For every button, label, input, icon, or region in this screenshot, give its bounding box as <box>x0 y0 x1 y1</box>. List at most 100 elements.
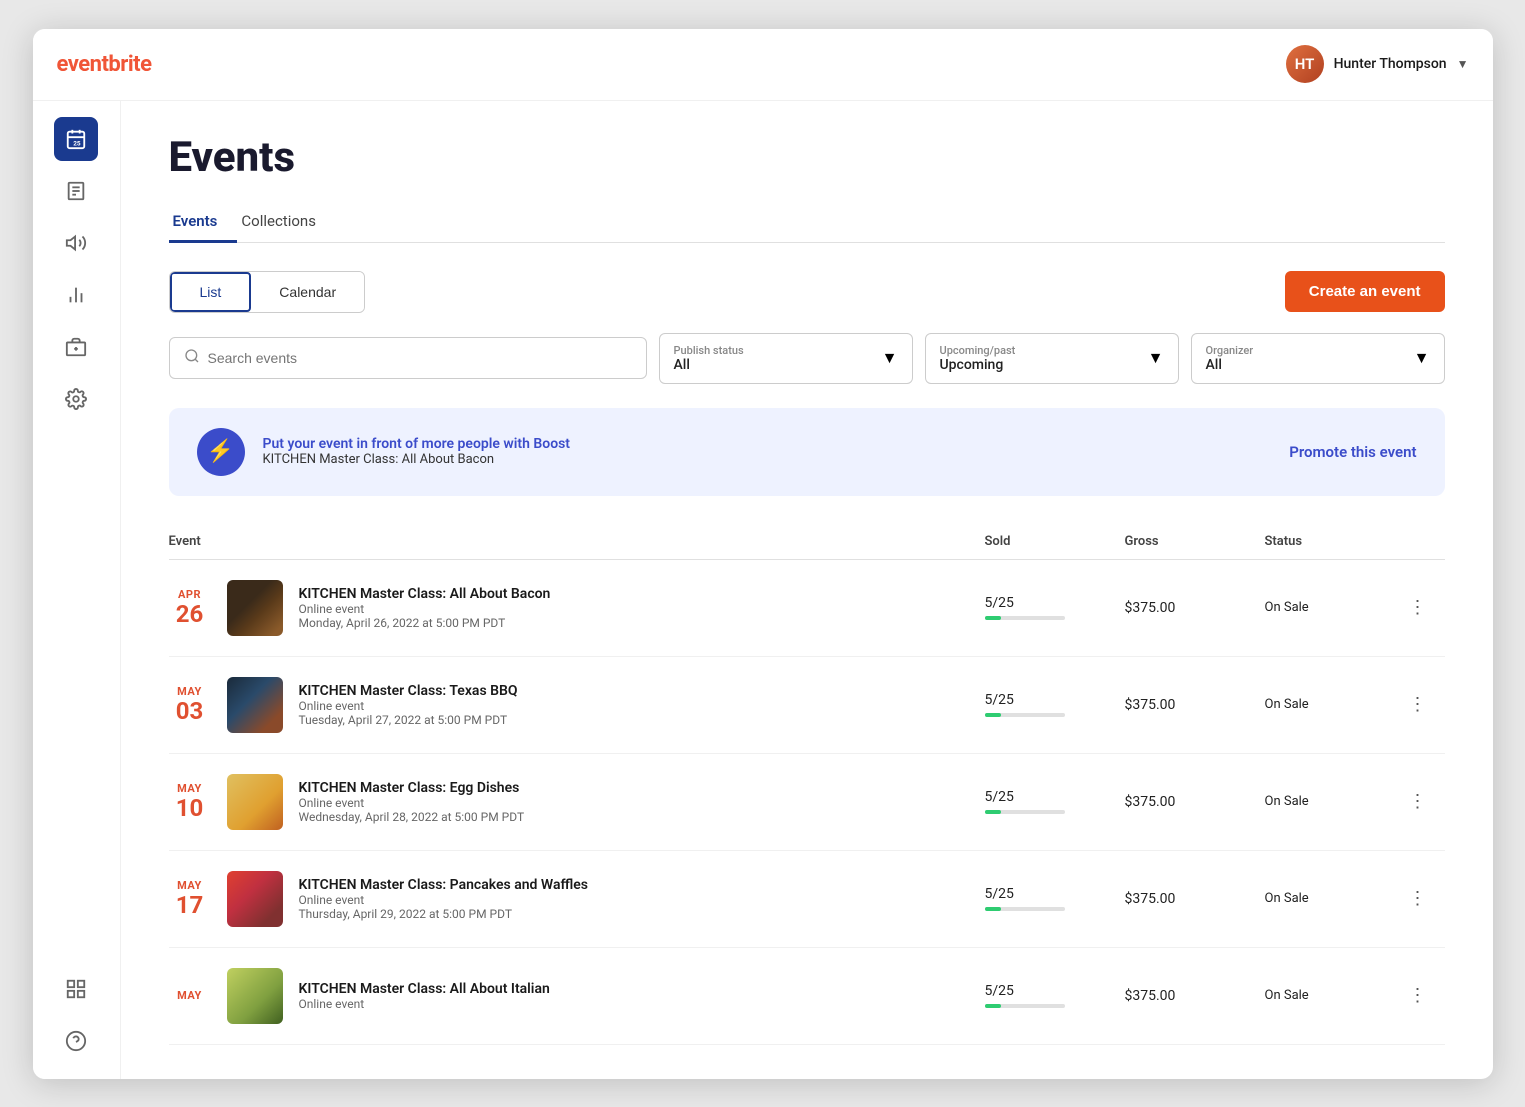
event-cell-status: On Sale <box>1265 600 1405 615</box>
toolbar: List Calendar Create an event <box>169 271 1445 313</box>
calendar-view-button[interactable]: Calendar <box>251 272 364 312</box>
more-options-button[interactable]: ⋮ <box>1405 981 1431 1010</box>
sidebar-item-apps[interactable] <box>54 967 98 1011</box>
chevron-down-icon: ▼ <box>1457 57 1469 71</box>
event-month: MAY <box>169 782 211 795</box>
publish-status-filter[interactable]: Publish status All ▼ <box>659 333 913 384</box>
event-type: Online event <box>299 602 551 616</box>
event-type: Online event <box>299 893 589 907</box>
tab-events[interactable]: Events <box>169 202 238 243</box>
sold-bar-bg <box>985 907 1065 911</box>
boost-banner: ⚡ Put your event in front of more people… <box>169 408 1445 496</box>
sidebar-bottom <box>54 967 98 1063</box>
sold-text: 5/25 <box>985 595 1125 611</box>
event-cell-gross: $375.00 <box>1125 697 1265 713</box>
table-row: MAY KITCHEN Master Class: All About Ital… <box>169 948 1445 1045</box>
filters-row: Publish status All ▼ Upcoming/past Upcom… <box>169 333 1445 384</box>
event-cell-actions: ⋮ <box>1405 787 1445 816</box>
event-name[interactable]: KITCHEN Master Class: All About Bacon <box>299 586 551 602</box>
event-thumbnail <box>227 871 283 927</box>
upcoming-filter[interactable]: Upcoming/past Upcoming ▼ <box>925 333 1179 384</box>
event-type: Online event <box>299 997 550 1011</box>
more-options-button[interactable]: ⋮ <box>1405 593 1431 622</box>
event-date: APR 26 <box>169 588 211 627</box>
event-cell-gross: $375.00 <box>1125 988 1265 1004</box>
sidebar-item-help[interactable] <box>54 1019 98 1063</box>
tab-collections[interactable]: Collections <box>237 202 336 243</box>
table-header: Event Sold Gross Status <box>169 524 1445 560</box>
sold-text: 5/25 <box>985 983 1125 999</box>
event-month: MAY <box>169 879 211 892</box>
event-name[interactable]: KITCHEN Master Class: All About Italian <box>299 981 550 997</box>
more-options-button[interactable]: ⋮ <box>1405 884 1431 913</box>
search-input[interactable] <box>208 350 632 366</box>
boost-sub-text: KITCHEN Master Class: All About Bacon <box>263 452 571 467</box>
event-thumbnail <box>227 677 283 733</box>
col-header-event: Event <box>169 534 985 549</box>
top-nav: eventbrite HT Hunter Thompson ▼ <box>33 29 1493 101</box>
event-datetime: Monday, April 26, 2022 at 5:00 PM PDT <box>299 616 551 630</box>
event-name[interactable]: KITCHEN Master Class: Egg Dishes <box>299 780 525 796</box>
col-header-gross: Gross <box>1125 534 1265 549</box>
boost-icon: ⚡ <box>197 428 245 476</box>
chevron-down-icon: ▼ <box>1414 348 1430 368</box>
event-thumbnail <box>227 774 283 830</box>
create-event-button[interactable]: Create an event <box>1285 271 1445 312</box>
more-options-button[interactable]: ⋮ <box>1405 690 1431 719</box>
sold-text: 5/25 <box>985 692 1125 708</box>
boost-text: Put your event in front of more people w… <box>263 436 571 467</box>
event-cell-actions: ⋮ <box>1405 981 1445 1010</box>
avatar: HT <box>1286 45 1324 83</box>
event-day: 10 <box>169 795 211 821</box>
upcoming-value: Upcoming <box>940 357 1016 373</box>
event-cell-sold: 5/25 <box>985 595 1125 620</box>
event-name[interactable]: KITCHEN Master Class: Texas BBQ <box>299 683 518 699</box>
list-view-button[interactable]: List <box>170 272 252 312</box>
event-cell-sold: 5/25 <box>985 983 1125 1008</box>
event-thumbnail <box>227 968 283 1024</box>
page-title: Events <box>169 133 1445 182</box>
event-cell-info: MAY 17 KITCHEN Master Class: Pancakes an… <box>169 871 985 927</box>
user-menu[interactable]: HT Hunter Thompson ▼ <box>1286 45 1469 83</box>
sidebar-item-promotions[interactable] <box>54 221 98 265</box>
event-name[interactable]: KITCHEN Master Class: Pancakes and Waffl… <box>299 877 589 893</box>
boost-main-text: Put your event in front of more people w… <box>263 436 571 452</box>
sidebar-item-finance[interactable] <box>54 325 98 369</box>
organizer-filter[interactable]: Organizer All ▼ <box>1191 333 1445 384</box>
organizer-label: Organizer <box>1206 344 1254 357</box>
upcoming-label: Upcoming/past <box>940 344 1016 357</box>
event-date: MAY 17 <box>169 879 211 918</box>
event-date: MAY 10 <box>169 782 211 821</box>
event-day: 03 <box>169 698 211 724</box>
event-datetime: Tuesday, April 27, 2022 at 5:00 PM PDT <box>299 713 518 727</box>
event-month: MAY <box>169 989 211 1002</box>
sidebar-item-analytics[interactable] <box>54 273 98 317</box>
sidebar-item-calendar[interactable]: 25 <box>54 117 98 161</box>
event-cell-sold: 5/25 <box>985 789 1125 814</box>
event-date: MAY <box>169 989 211 1002</box>
event-details: KITCHEN Master Class: Texas BBQ Online e… <box>299 683 518 727</box>
sidebar: 25 <box>33 101 121 1079</box>
sold-bar-bg <box>985 616 1065 620</box>
sold-bar-fill <box>985 1004 1001 1008</box>
event-thumbnail <box>227 580 283 636</box>
sidebar-item-settings[interactable] <box>54 377 98 421</box>
search-box[interactable] <box>169 337 647 379</box>
col-header-sold: Sold <box>985 534 1125 549</box>
sidebar-item-orders[interactable] <box>54 169 98 213</box>
sold-bar-bg <box>985 713 1065 717</box>
event-cell-info: APR 26 KITCHEN Master Class: All About B… <box>169 580 985 636</box>
logo: eventbrite <box>57 52 152 77</box>
more-options-button[interactable]: ⋮ <box>1405 787 1431 816</box>
event-day: 17 <box>169 892 211 918</box>
event-cell-actions: ⋮ <box>1405 593 1445 622</box>
event-rows-container: APR 26 KITCHEN Master Class: All About B… <box>169 560 1445 1045</box>
event-cell-status: On Sale <box>1265 697 1405 712</box>
event-cell-gross: $375.00 <box>1125 794 1265 810</box>
event-datetime: Wednesday, April 28, 2022 at 5:00 PM PDT <box>299 810 525 824</box>
promote-link[interactable]: Promote this event <box>1289 443 1416 461</box>
event-cell-actions: ⋮ <box>1405 884 1445 913</box>
svg-text:25: 25 <box>73 139 81 147</box>
publish-status-value: All <box>674 357 744 373</box>
col-header-status: Status <box>1265 534 1405 549</box>
